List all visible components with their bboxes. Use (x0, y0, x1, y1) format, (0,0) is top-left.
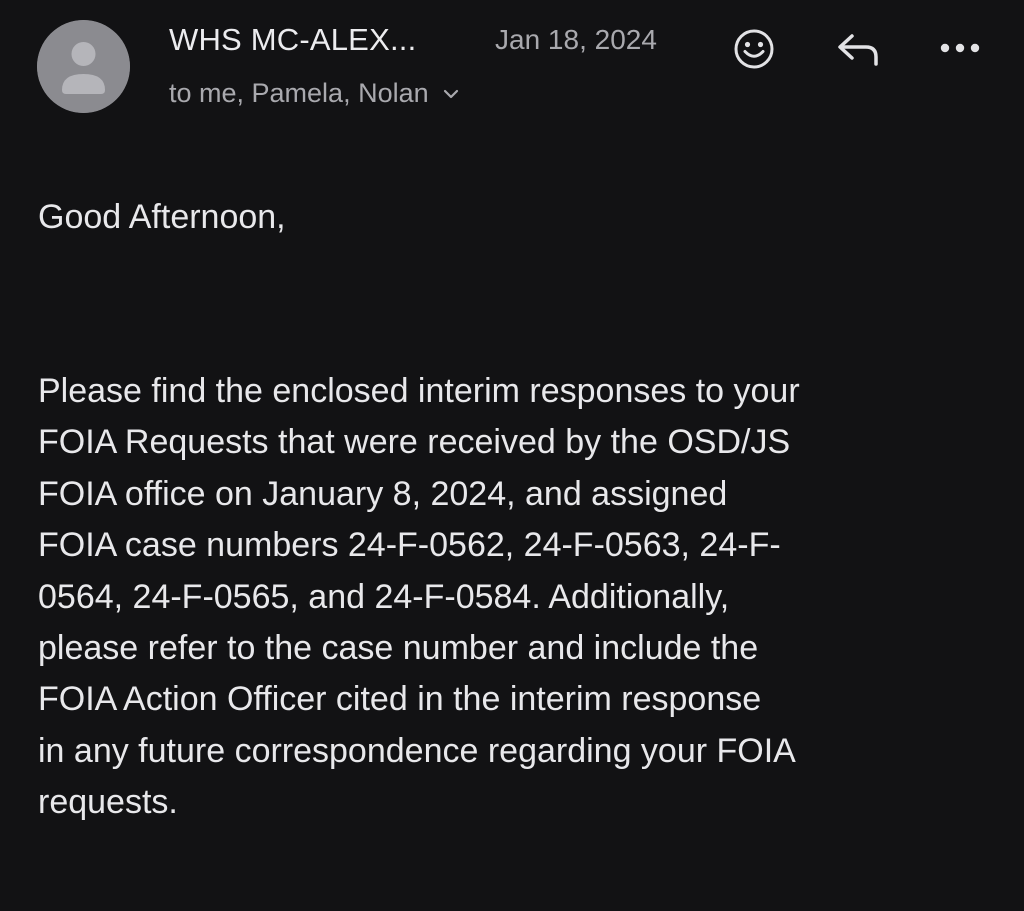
emoji-reaction-icon (734, 29, 774, 69)
recipients-toggle[interactable]: to me, Pamela, Nolan (169, 78, 459, 109)
chevron-down-icon (443, 89, 458, 98)
reply-button[interactable] (832, 25, 884, 73)
recipients-list: to me, Pamela, Nolan (169, 78, 429, 108)
person-avatar-icon (37, 20, 130, 113)
message-date: Jan 18, 2024 (495, 24, 657, 55)
sender-name[interactable]: WHS MC-ALEX... (169, 22, 416, 58)
sender-avatar[interactable] (37, 20, 130, 113)
message-body: Good Afternoon, Please find the enclosed… (38, 192, 998, 821)
message-paragraph: Please find the enclosed interim respons… (38, 372, 800, 822)
more-options-button[interactable] (935, 28, 985, 68)
reply-arrow-icon (838, 34, 878, 66)
emoji-reaction-button[interactable] (730, 25, 778, 73)
more-options-icon (940, 43, 980, 53)
email-message-view: WHS MC-ALEX... Jan 18, 2024 to me, Pamel… (0, 0, 1024, 911)
message-greeting: Good Afternoon, (38, 198, 286, 236)
